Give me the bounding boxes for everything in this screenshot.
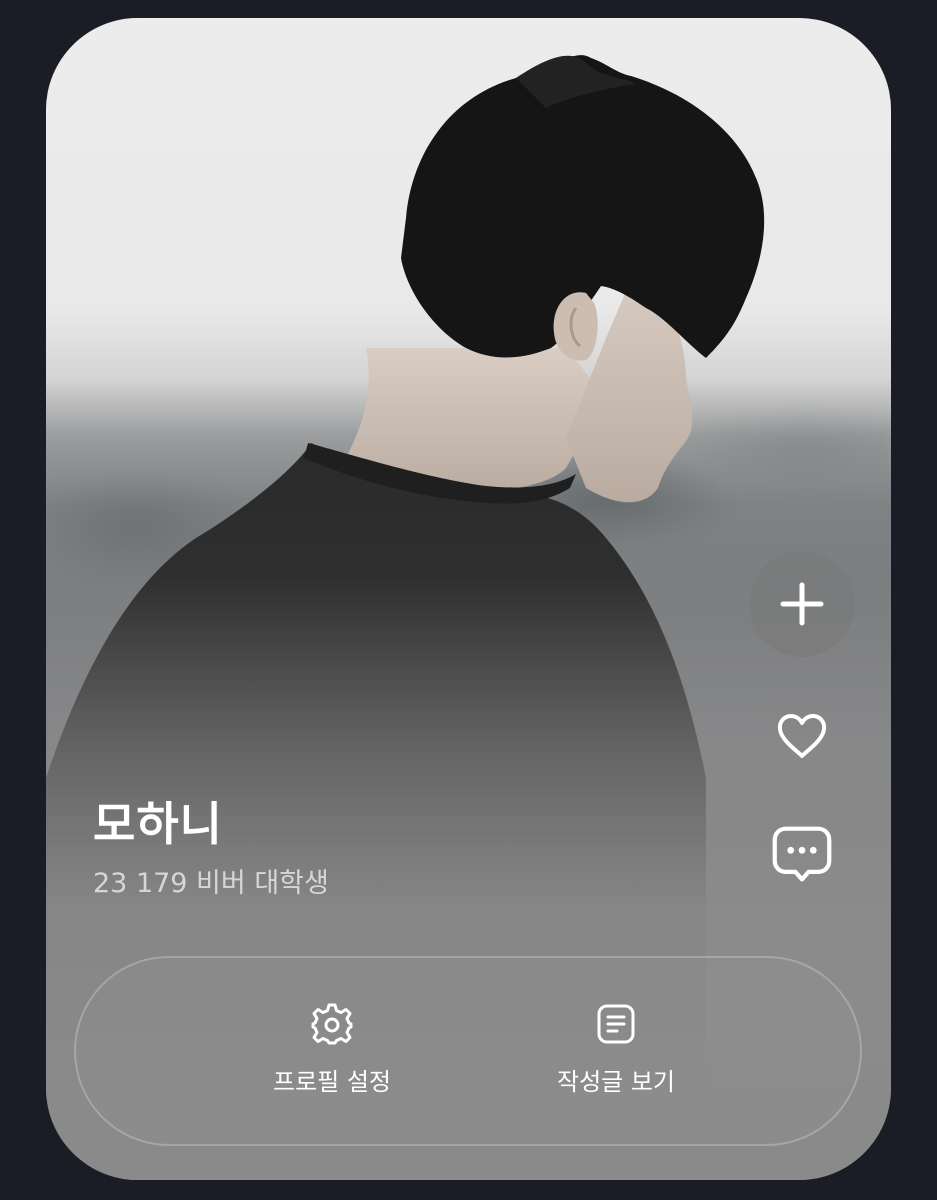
profile-card: 모하니 23 179 비버 대학생 프로필 설정 작성글 보기: [46, 18, 891, 1180]
bottom-action-bar: 프로필 설정 작성글 보기: [74, 956, 862, 1146]
chat-button[interactable]: [771, 819, 833, 891]
plus-icon: [780, 582, 824, 626]
heart-icon: [777, 714, 827, 758]
add-button[interactable]: [749, 551, 855, 657]
chat-bubble-icon: [772, 826, 832, 882]
document-icon: [597, 1004, 635, 1044]
view-posts-label: 작성글 보기: [556, 1068, 676, 1096]
profile-settings-button[interactable]: 프로필 설정: [222, 1002, 442, 1112]
profile-name: 모하니: [93, 797, 223, 851]
profile-settings-label: 프로필 설정: [272, 1068, 392, 1096]
like-button[interactable]: [771, 705, 833, 767]
gear-icon: [311, 1003, 353, 1045]
view-posts-button[interactable]: 작성글 보기: [506, 1002, 726, 1112]
profile-subtitle: 23 179 비버 대학생: [93, 868, 329, 899]
